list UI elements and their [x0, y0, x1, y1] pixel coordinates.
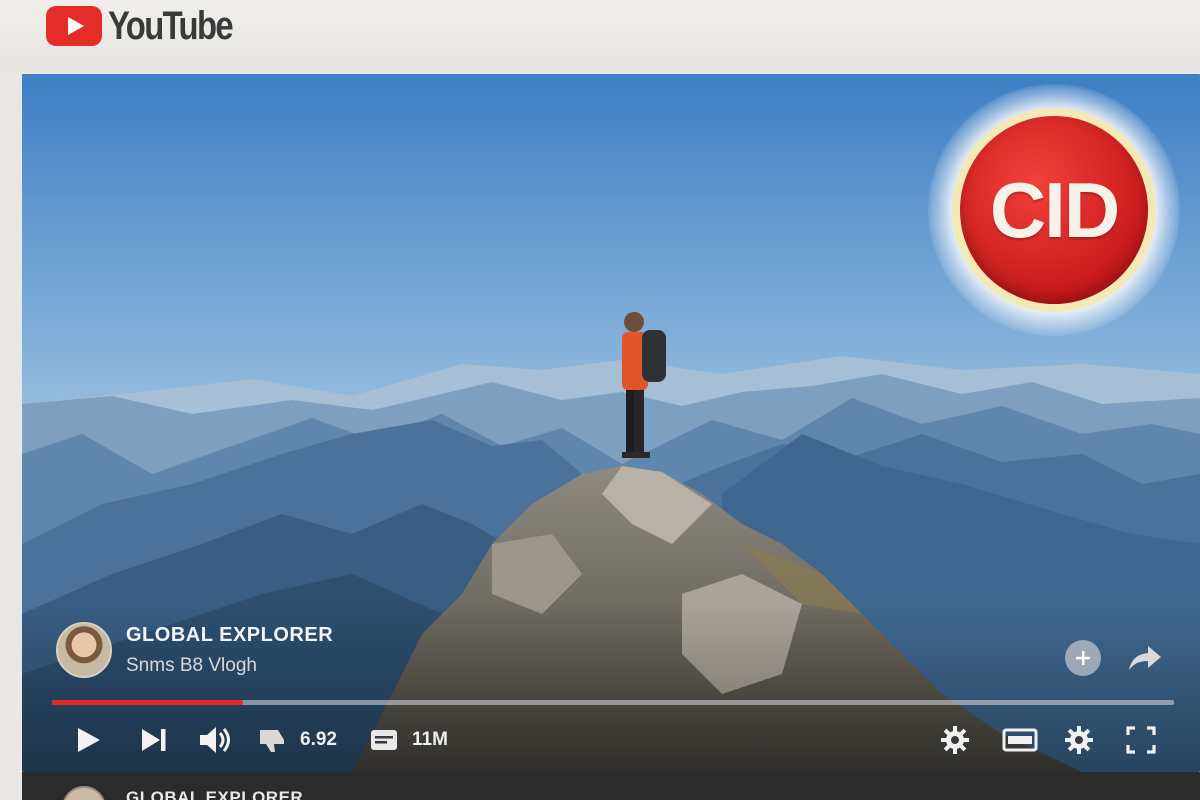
captions-value: 11M — [412, 729, 448, 750]
dislike-button[interactable] — [258, 720, 288, 760]
video-player[interactable]: CID GLOBAL EXPLORER Snms B8 Vlogh 6.92 1… — [22, 74, 1200, 772]
below-channel-name[interactable]: GLOBAL EXPLORER — [126, 788, 303, 800]
thumb-icon — [260, 730, 284, 752]
share-icon — [1129, 646, 1161, 670]
captions-icon — [371, 730, 397, 750]
plus-icon — [1076, 651, 1090, 665]
settings-button-2[interactable] — [1064, 720, 1094, 760]
below-channel-avatar[interactable] — [62, 786, 106, 800]
channel-avatar[interactable] — [56, 622, 112, 678]
channel-subtitle: Snms B8 Vlogh — [126, 654, 257, 676]
theater-mode-button[interactable] — [1002, 720, 1038, 760]
captions-button[interactable] — [370, 720, 398, 760]
cid-badge: CID — [928, 84, 1180, 336]
progress-bar[interactable] — [52, 700, 1174, 705]
logo-wordmark: YouTube — [108, 4, 234, 48]
views-value: 6.92 — [300, 729, 337, 750]
progress-bar-played — [52, 700, 243, 705]
next-icon — [142, 729, 166, 751]
top-bar: YouTube — [0, 0, 1200, 72]
settings-button-1[interactable] — [940, 720, 970, 760]
fullscreen-icon — [1126, 726, 1156, 754]
volume-button[interactable] — [198, 720, 234, 760]
cid-badge-text: CID — [989, 165, 1120, 254]
youtube-logo[interactable]: YouTube — [46, 6, 259, 46]
below-video-strip: GLOBAL EXPLORER — [22, 772, 1200, 800]
youtube-play-logo-icon — [46, 6, 102, 46]
theater-icon — [1002, 728, 1038, 752]
player-controls: 6.92 11M — [22, 720, 1200, 760]
add-button[interactable] — [1065, 640, 1101, 676]
fullscreen-button[interactable] — [1126, 720, 1156, 760]
play-button[interactable] — [76, 720, 102, 760]
channel-name[interactable]: GLOBAL EXPLORER — [126, 624, 333, 647]
channel-info[interactable]: GLOBAL EXPLORER Snms B8 Vlogh — [56, 622, 333, 678]
cid-badge-circle: CID — [960, 116, 1148, 304]
next-button[interactable] — [140, 720, 168, 760]
volume-icon — [200, 727, 230, 753]
play-icon — [78, 728, 100, 752]
gear-icon — [941, 726, 969, 754]
gear-icon — [1065, 726, 1093, 754]
share-button[interactable] — [1127, 640, 1163, 676]
